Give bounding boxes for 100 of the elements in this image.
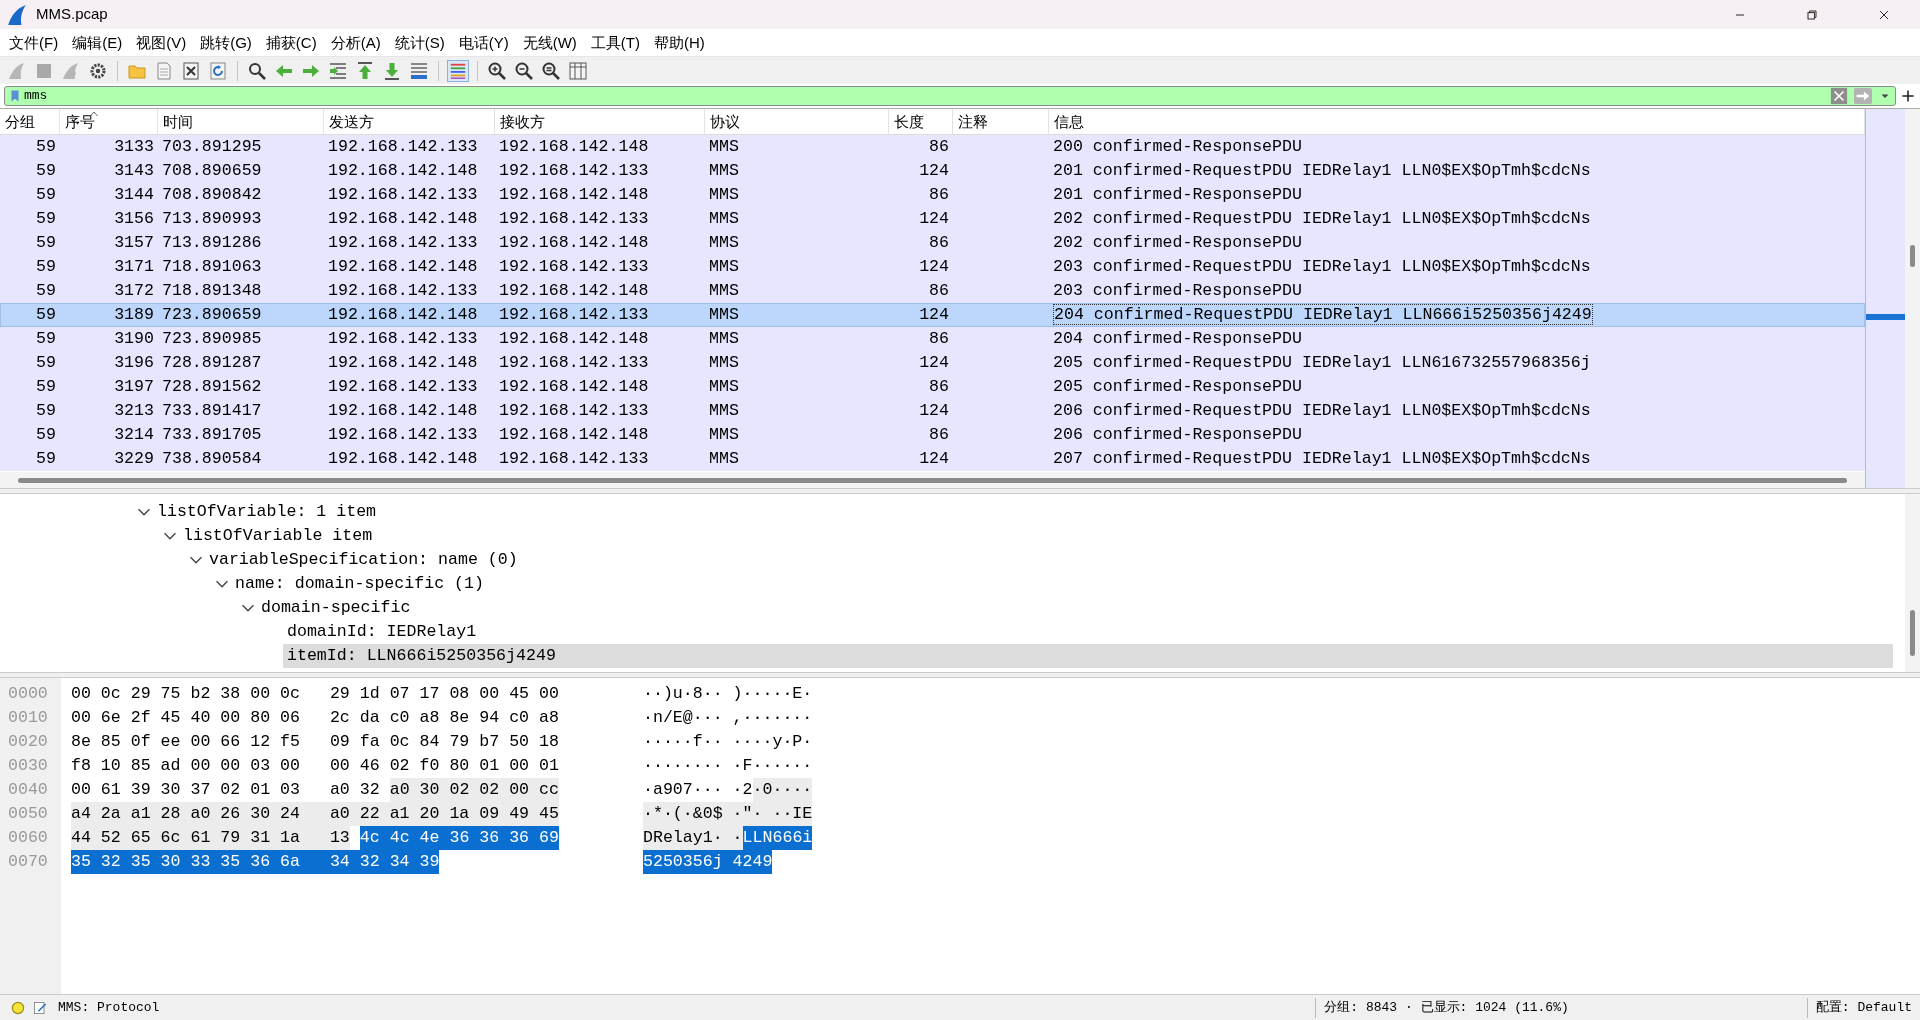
menu-item[interactable]: 跳转(G): [193, 31, 259, 54]
packet-row[interactable]: 59 3156 713.890993 192.168.142.148 192.168.142.133 MMS 124 202 confirmed-RequestPDU IEDRelay1 LLN0$EX$OpTmh$cdcNs: [0, 207, 1865, 231]
packet-source: 192.168.142.133: [327, 136, 479, 158]
packet-row[interactable]: 59 3189 723.890659 192.168.142.148 192.168.142.133 MMS 124 204 confirmed-RequestPDU IEDRelay1 LLN666i5250356j4249: [0, 303, 1865, 327]
tree-item[interactable]: listOfVariable: 1 item: [153, 500, 381, 524]
packet-destination: 192.168.142.133: [498, 400, 650, 422]
hex-bytes[interactable]: 44 52 65 6c 61 79 31 1a 13: [71, 826, 350, 850]
column-header[interactable]: 注释: [953, 109, 1049, 134]
close-file-icon[interactable]: [180, 59, 202, 82]
reload-icon[interactable]: [207, 59, 229, 82]
tree-item[interactable]: itemId: LLN666i5250356j4249: [283, 644, 1893, 668]
packet-protocol: MMS: [708, 136, 740, 158]
packet-row[interactable]: 59 3133 703.891295 192.168.142.133 192.168.142.148 MMS 86 200 confirmed-ResponsePDU: [0, 135, 1865, 159]
packet-row[interactable]: 59 3197 728.891562 192.168.142.133 192.168.142.148 MMS 86 205 confirmed-ResponsePDU: [0, 375, 1865, 399]
menu-item[interactable]: 视图(V): [129, 31, 194, 54]
ascii-text[interactable]: ·0····: [752, 778, 813, 802]
menu-item[interactable]: 编辑(E): [65, 31, 130, 54]
profile-text[interactable]: 配置: Default: [1807, 997, 1920, 1018]
hex-bytes[interactable]: f8 10 85 ad 00 00 03 00 00 46 02 f0 80 01 00 01: [71, 754, 559, 778]
packet-group: 59: [0, 231, 60, 255]
packet-info: 201 confirmed-ResponsePDU: [1053, 185, 1302, 204]
vertical-scrollbar-thumb[interactable]: [1910, 610, 1915, 656]
ascii-text[interactable]: LLN666i: [742, 826, 813, 850]
packet-time: 723.890985: [161, 328, 263, 350]
packet-group: 59: [0, 159, 60, 183]
hex-bytes[interactable]: 00 6e 2f 45 40 00 80 06 2c da c0 a8 8e 94 c0 a8: [71, 706, 559, 730]
packet-row[interactable]: 59 3143 708.890659 192.168.142.148 192.168.142.133 MMS 124 201 confirmed-RequestPDU IEDRelay1 LLN0$EX$OpTmh$cdcNs: [0, 159, 1865, 183]
ascii-text[interactable]: ·*·(·&0$ ·"· ··IE: [643, 802, 813, 826]
hex-bytes[interactable]: 00 61 39 30 37 02 01 03 a0 32: [71, 778, 380, 802]
vertical-scrollbar-thumb[interactable]: [1910, 245, 1915, 267]
packet-row[interactable]: 59 3157 713.891286 192.168.142.133 192.168.142.148 MMS 86 202 confirmed-ResponsePDU: [0, 231, 1865, 255]
packet-destination: 192.168.142.148: [498, 280, 650, 302]
menu-item[interactable]: 无线(W): [515, 31, 584, 54]
packet-group: 59: [0, 183, 60, 207]
plus-icon[interactable]: [1900, 88, 1916, 104]
hex-bytes[interactable]: 35 32 35 30 33 35 36 6a 34 32 34 39: [71, 850, 440, 874]
packet-row[interactable]: 59 3196 728.891287 192.168.142.148 192.168.142.133 MMS 124 205 confirmed-RequestPDU IEDRelay1 LLN616732557968356j: [0, 351, 1865, 375]
packet-row[interactable]: 59 3171 718.891063 192.168.142.148 192.168.142.133 MMS 124 203 confirmed-RequestPDU IEDRelay1 LLN0$EX$OpTmh$cdcNs: [0, 255, 1865, 279]
packet-length: 86: [928, 280, 950, 302]
ascii-text[interactable]: ·n/E@··· ,·······: [643, 706, 813, 730]
ascii-text[interactable]: DRelay1· ·: [643, 826, 743, 850]
ascii-text[interactable]: ·····f·· ····y·P·: [643, 730, 813, 754]
ascii-text[interactable]: ·a907··· ·2: [643, 778, 753, 802]
colored-lines-icon[interactable]: [447, 59, 469, 82]
packet-number: 3229: [113, 448, 155, 470]
packet-info: 207 confirmed-RequestPDU IEDRelay1 LLN0$EX$OpTmh$cdcNs: [1053, 449, 1591, 468]
packet-source: 192.168.142.133: [327, 184, 479, 206]
packet-length: 124: [918, 448, 950, 470]
column-header[interactable]: 协议: [705, 109, 889, 134]
hex-bytes[interactable]: 8e 85 0f ee 00 66 12 f5 09 fa 0c 84 79 b7 50 18: [71, 730, 559, 754]
column-header[interactable]: 分组: [0, 109, 60, 134]
hex-bytes[interactable]: a0 30 02 02 00 cc: [389, 778, 559, 802]
menu-item[interactable]: 帮助(H): [646, 31, 712, 54]
horizontal-scrollbar-thumb[interactable]: [18, 477, 1847, 483]
expert-info-icon[interactable]: [10, 999, 26, 1016]
menu-item[interactable]: 工具(T): [583, 31, 647, 54]
packet-info: 203 confirmed-ResponsePDU: [1053, 281, 1302, 300]
packet-row[interactable]: 59 3172 718.891348 192.168.142.133 192.168.142.148 MMS 86 203 confirmed-ResponsePDU: [0, 279, 1865, 303]
menu-item[interactable]: 分析(A): [323, 31, 388, 54]
menu-item[interactable]: 统计(S): [387, 31, 452, 54]
packet-number: 3197: [113, 376, 155, 398]
tree-item[interactable]: domain-specific: [257, 596, 415, 620]
tree-item[interactable]: name: domain-specific (1): [231, 572, 488, 596]
clear-icon[interactable]: [1830, 87, 1848, 105]
ascii-text[interactable]: ········ ·F······: [643, 754, 813, 778]
packet-destination: 192.168.142.133: [498, 160, 650, 182]
packet-row[interactable]: 59 3229 738.890584 192.168.142.148 192.168.142.133 MMS 124 207 confirmed-RequestPDU IEDRelay1 LLN0$EX$OpTmh$cdcNs: [0, 447, 1865, 471]
packet-source: 192.168.142.148: [327, 448, 479, 470]
packet-time: 713.890993: [161, 208, 263, 230]
menu-item[interactable]: 捕获(C): [258, 31, 324, 54]
hex-bytes[interactable]: 00 0c 29 75 b2 38 00 0c 29 1d 07 17 08 00 45 00: [71, 682, 559, 706]
column-header[interactable]: 接收方: [495, 109, 705, 134]
packet-destination: 192.168.142.148: [498, 424, 650, 446]
packet-group: 59: [0, 423, 60, 447]
packet-count-text: 分组: 8843 · 已显示: 1024 (11.6%): [1323, 998, 1570, 1017]
packet-info: 206 confirmed-RequestPDU IEDRelay1 LLN0$EX$OpTmh$cdcNs: [1053, 401, 1591, 420]
tree-item[interactable]: domainId: IEDRelay1: [283, 620, 481, 644]
menu-item[interactable]: 电话(Y): [451, 31, 516, 54]
packet-row[interactable]: 59 3213 733.891417 192.168.142.148 192.168.142.133 MMS 124 206 confirmed-RequestPDU IEDRelay1 LLN0$EX$OpTmh$cdcNs: [0, 399, 1865, 423]
column-header[interactable]: 时间: [158, 109, 324, 134]
packet-protocol: MMS: [708, 352, 740, 374]
hex-bytes[interactable]: 4c 4c 4e 36 36 36 69: [359, 826, 559, 850]
packet-row[interactable]: 59 3144 708.890842 192.168.142.133 192.168.142.148 MMS 86 201 confirmed-ResponsePDU: [0, 183, 1865, 207]
packet-length: 86: [928, 184, 950, 206]
packet-row[interactable]: 59 3190 723.890985 192.168.142.133 192.168.142.148 MMS 86 204 confirmed-ResponsePDU: [0, 327, 1865, 351]
tree-item[interactable]: variableSpecification: name (0): [205, 548, 522, 572]
column-header[interactable]: 发送方: [324, 109, 495, 134]
edit-note-icon[interactable]: [32, 999, 48, 1016]
hex-offset: 0060: [7, 827, 49, 849]
menu-item[interactable]: 文件(F): [2, 31, 66, 54]
column-header[interactable]: 长度: [889, 109, 953, 134]
hex-bytes[interactable]: a4 2a a1 28 a0 26 30 24 a0 22 a1 20 1a 09 49 45: [71, 802, 559, 826]
ascii-text[interactable]: ··)u·8·· )·····E·: [643, 682, 813, 706]
ascii-text[interactable]: 5250356j 4249: [643, 850, 773, 874]
packet-group: 59: [0, 303, 60, 327]
packet-row[interactable]: 59 3214 733.891705 192.168.142.133 192.168.142.148 MMS 86 206 confirmed-ResponsePDU: [0, 423, 1865, 447]
packet-number: 3196: [113, 352, 155, 374]
columns-icon[interactable]: [567, 59, 589, 82]
column-header[interactable]: 序号: [60, 109, 158, 134]
tree-item[interactable]: listOfVariable item: [179, 524, 377, 548]
